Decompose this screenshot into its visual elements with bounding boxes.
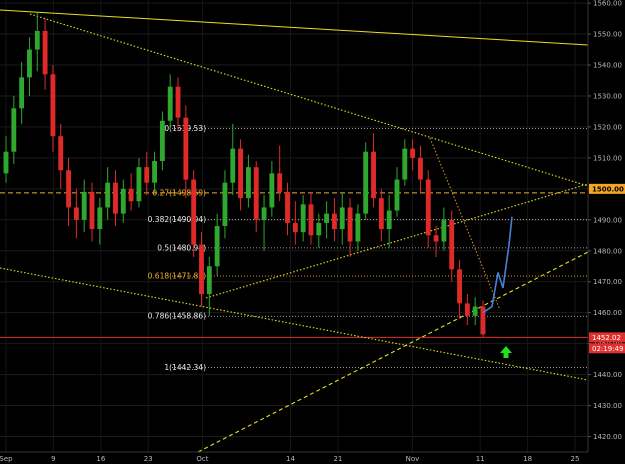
- candle-body: [27, 49, 32, 78]
- x-tick-label: 25: [571, 455, 580, 463]
- candle-body: [394, 179, 400, 211]
- candle-body: [167, 86, 173, 121]
- candle-body: [347, 207, 353, 242]
- candle-body: [50, 74, 56, 137]
- candle-body: [371, 151, 376, 199]
- y-axis[interactable]: 1420.001430.001440.001450.001460.001470.…: [588, 0, 622, 441]
- candle-body: [441, 219, 447, 242]
- y-tick-label: 1540.00: [593, 62, 622, 70]
- candle-body: [269, 173, 275, 208]
- y-tick-label: 1550.00: [593, 31, 622, 39]
- price-tag-label: 1500.00: [592, 185, 624, 193]
- price-chart[interactable]: 0(1519.53)0.27(1498.69)0.382(1490.04)0.5…: [0, 0, 625, 464]
- candle-body: [120, 188, 126, 214]
- candle-body: [449, 219, 455, 270]
- candle-body: [19, 77, 25, 109]
- y-tick-label: 1440.00: [593, 371, 622, 379]
- y-tick-label: 1480.00: [593, 247, 622, 255]
- y-tick-label: 1420.00: [593, 433, 622, 441]
- candle-body: [277, 173, 283, 192]
- y-tick-label: 1460.00: [593, 309, 622, 317]
- candle-body: [58, 136, 64, 171]
- price-tag-label: 1452.02: [592, 334, 621, 342]
- candle-body: [199, 244, 204, 295]
- fib-level-label: 0.382(1490.04): [148, 215, 206, 224]
- x-tick-label: 9: [51, 455, 55, 463]
- candle-body: [245, 167, 251, 199]
- candle-body: [73, 207, 79, 220]
- candle-body: [355, 213, 361, 242]
- candle-body: [402, 148, 408, 180]
- candle-body: [136, 167, 142, 202]
- candle-body: [300, 204, 306, 233]
- candle-body: [206, 266, 212, 295]
- fib-level-label: 0.5(1480.94): [157, 243, 206, 252]
- candle-body: [332, 213, 337, 230]
- candle-body: [292, 222, 298, 233]
- candle-body: [285, 191, 290, 223]
- candle-body: [34, 30, 40, 50]
- candle-body: [378, 198, 384, 230]
- candle-body: [238, 148, 244, 199]
- candle-body: [66, 170, 71, 208]
- candle-body: [214, 226, 220, 267]
- y-tick-label: 1470.00: [593, 278, 622, 286]
- x-tick-label: 23: [144, 455, 153, 463]
- x-tick-label: 14: [286, 455, 295, 463]
- x-tick-label: 18: [523, 455, 532, 463]
- candle-body: [433, 235, 439, 242]
- y-tick-label: 1560.00: [593, 0, 622, 8]
- candle-body: [144, 167, 150, 183]
- candle-body: [3, 151, 9, 174]
- fib-level-label: 1(1442.34): [164, 363, 206, 372]
- candle-body: [457, 269, 462, 304]
- candle-body: [113, 182, 118, 214]
- candle-body: [339, 207, 345, 230]
- candle-body: [253, 167, 259, 220]
- candle-body: [175, 86, 181, 118]
- candle-body: [386, 210, 392, 230]
- candle-body: [183, 117, 189, 180]
- candle-body: [410, 148, 416, 158]
- candle-body: [152, 160, 157, 183]
- candle-body: [159, 120, 165, 161]
- candle-body: [81, 191, 87, 220]
- x-tick-label: 16: [96, 455, 105, 463]
- candle-body: [308, 204, 314, 236]
- candle-body: [324, 213, 330, 223]
- y-tick-label: 1490.00: [593, 216, 622, 224]
- candle-body: [128, 188, 134, 202]
- candle-body: [42, 30, 48, 75]
- candle-body: [230, 148, 236, 183]
- x-tick-label: Sep: [0, 455, 13, 463]
- candle-body: [472, 306, 478, 316]
- fib-level-label: 0.618(1471.83): [148, 272, 206, 281]
- candle-body: [418, 157, 423, 180]
- candle-body: [191, 179, 197, 245]
- candle-body: [89, 191, 95, 230]
- candle-body: [105, 182, 111, 208]
- candle-body: [11, 108, 17, 152]
- candle-body: [363, 151, 369, 214]
- candle-body: [97, 207, 103, 230]
- x-tick-label: 11: [476, 455, 485, 463]
- x-tick-label: 21: [333, 455, 342, 463]
- candle-body: [222, 182, 228, 226]
- y-tick-label: 1510.00: [593, 154, 622, 162]
- candle-body: [261, 207, 267, 220]
- candle-body: [425, 179, 431, 236]
- y-tick-label: 1520.00: [593, 123, 622, 131]
- candle-body: [316, 222, 322, 236]
- x-tick-label: Nov: [406, 455, 420, 463]
- y-tick-label: 1430.00: [593, 402, 622, 410]
- x-tick-label: Oct: [196, 455, 208, 463]
- y-tick-label: 1530.00: [593, 92, 622, 100]
- price-tag-label: 02:19:49: [592, 345, 623, 353]
- candle-body: [464, 303, 470, 316]
- fib-level-label: 0.786(1458.86): [148, 312, 206, 321]
